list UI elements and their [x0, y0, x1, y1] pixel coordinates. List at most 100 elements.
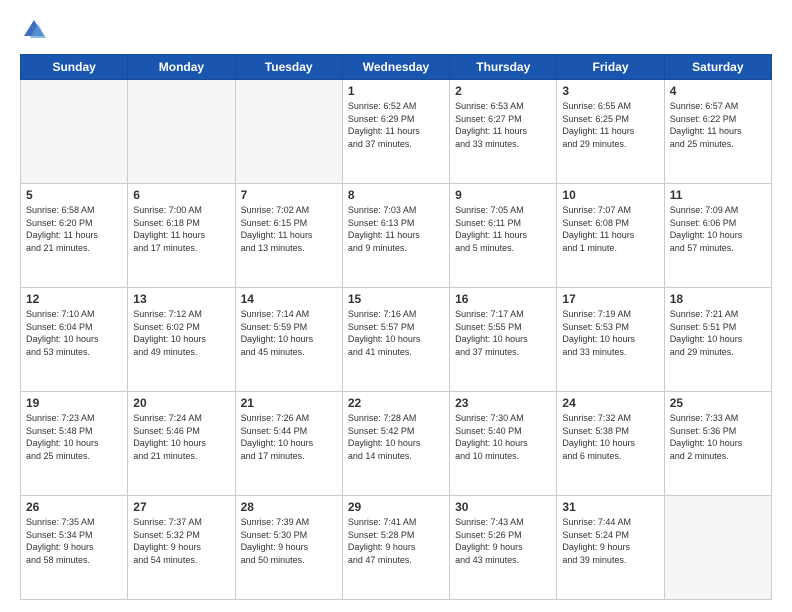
- day-info: Sunrise: 6:58 AM Sunset: 6:20 PM Dayligh…: [26, 204, 122, 254]
- calendar-cell: 28 Sunrise: 7:39 AM Sunset: 5:30 PM Dayli…: [235, 496, 342, 600]
- day-number: 9: [455, 188, 551, 202]
- week-row-1: 1 Sunrise: 6:52 AM Sunset: 6:29 PM Daylig…: [21, 80, 772, 184]
- calendar-cell: 9 Sunrise: 7:05 AM Sunset: 6:11 PM Daylig…: [450, 184, 557, 288]
- day-info: Sunrise: 7:33 AM Sunset: 5:36 PM Dayligh…: [670, 412, 766, 462]
- day-number: 15: [348, 292, 444, 306]
- calendar-cell: 16 Sunrise: 7:17 AM Sunset: 5:55 PM Dayli…: [450, 288, 557, 392]
- day-info: Sunrise: 7:23 AM Sunset: 5:48 PM Dayligh…: [26, 412, 122, 462]
- calendar-cell: 23 Sunrise: 7:30 AM Sunset: 5:40 PM Dayli…: [450, 392, 557, 496]
- calendar-cell: 18 Sunrise: 7:21 AM Sunset: 5:51 PM Dayli…: [664, 288, 771, 392]
- week-row-3: 12 Sunrise: 7:10 AM Sunset: 6:04 PM Dayli…: [21, 288, 772, 392]
- day-number: 7: [241, 188, 337, 202]
- day-info: Sunrise: 7:41 AM Sunset: 5:28 PM Dayligh…: [348, 516, 444, 566]
- calendar-cell: 24 Sunrise: 7:32 AM Sunset: 5:38 PM Dayli…: [557, 392, 664, 496]
- day-info: Sunrise: 7:03 AM Sunset: 6:13 PM Dayligh…: [348, 204, 444, 254]
- calendar-cell: 29 Sunrise: 7:41 AM Sunset: 5:28 PM Dayli…: [342, 496, 449, 600]
- calendar-cell: 14 Sunrise: 7:14 AM Sunset: 5:59 PM Dayli…: [235, 288, 342, 392]
- day-info: Sunrise: 7:19 AM Sunset: 5:53 PM Dayligh…: [562, 308, 658, 358]
- day-number: 2: [455, 84, 551, 98]
- calendar-cell: 26 Sunrise: 7:35 AM Sunset: 5:34 PM Dayli…: [21, 496, 128, 600]
- calendar-table: SundayMondayTuesdayWednesdayThursdayFrid…: [20, 54, 772, 600]
- day-info: Sunrise: 7:43 AM Sunset: 5:26 PM Dayligh…: [455, 516, 551, 566]
- page: SundayMondayTuesdayWednesdayThursdayFrid…: [0, 0, 792, 612]
- day-info: Sunrise: 7:02 AM Sunset: 6:15 PM Dayligh…: [241, 204, 337, 254]
- day-info: Sunrise: 7:30 AM Sunset: 5:40 PM Dayligh…: [455, 412, 551, 462]
- day-info: Sunrise: 6:53 AM Sunset: 6:27 PM Dayligh…: [455, 100, 551, 150]
- calendar-cell: 31Sunrise: 7:44 AM Sunset: 5:24 PM Dayli…: [557, 496, 664, 600]
- day-info: Sunrise: 7:44 AM Sunset: 5:24 PM Dayligh…: [562, 516, 658, 566]
- day-number: 8: [348, 188, 444, 202]
- calendar-header-saturday: Saturday: [664, 55, 771, 80]
- day-number: 16: [455, 292, 551, 306]
- day-number: 18: [670, 292, 766, 306]
- calendar-cell: 4Sunrise: 6:57 AM Sunset: 6:22 PM Daylig…: [664, 80, 771, 184]
- day-info: Sunrise: 7:26 AM Sunset: 5:44 PM Dayligh…: [241, 412, 337, 462]
- day-number: 28: [241, 500, 337, 514]
- calendar-header-row: SundayMondayTuesdayWednesdayThursdayFrid…: [21, 55, 772, 80]
- calendar-cell: 5 Sunrise: 6:58 AM Sunset: 6:20 PM Daylig…: [21, 184, 128, 288]
- calendar-cell: 6Sunrise: 7:00 AM Sunset: 6:18 PM Daylig…: [128, 184, 235, 288]
- day-info: Sunrise: 7:14 AM Sunset: 5:59 PM Dayligh…: [241, 308, 337, 358]
- calendar-cell: 19Sunrise: 7:23 AM Sunset: 5:48 PM Dayli…: [21, 392, 128, 496]
- calendar-cell: 11 Sunrise: 7:09 AM Sunset: 6:06 PM Dayli…: [664, 184, 771, 288]
- day-number: 22: [348, 396, 444, 410]
- day-info: Sunrise: 7:17 AM Sunset: 5:55 PM Dayligh…: [455, 308, 551, 358]
- calendar-cell: 7 Sunrise: 7:02 AM Sunset: 6:15 PM Daylig…: [235, 184, 342, 288]
- calendar-cell: 13Sunrise: 7:12 AM Sunset: 6:02 PM Dayli…: [128, 288, 235, 392]
- day-number: 20: [133, 396, 229, 410]
- calendar-header-thursday: Thursday: [450, 55, 557, 80]
- calendar-cell: 30 Sunrise: 7:43 AM Sunset: 5:26 PM Dayli…: [450, 496, 557, 600]
- calendar-cell: 22 Sunrise: 7:28 AM Sunset: 5:42 PM Dayli…: [342, 392, 449, 496]
- day-info: Sunrise: 7:21 AM Sunset: 5:51 PM Dayligh…: [670, 308, 766, 358]
- calendar-cell: [664, 496, 771, 600]
- calendar-cell: 15 Sunrise: 7:16 AM Sunset: 5:57 PM Dayli…: [342, 288, 449, 392]
- day-info: Sunrise: 6:55 AM Sunset: 6:25 PM Dayligh…: [562, 100, 658, 150]
- day-number: 24: [562, 396, 658, 410]
- day-number: 14: [241, 292, 337, 306]
- calendar-cell: 12 Sunrise: 7:10 AM Sunset: 6:04 PM Dayli…: [21, 288, 128, 392]
- day-number: 30: [455, 500, 551, 514]
- day-number: 29: [348, 500, 444, 514]
- day-number: 23: [455, 396, 551, 410]
- logo-icon: [20, 16, 48, 44]
- calendar-cell: 8 Sunrise: 7:03 AM Sunset: 6:13 PM Daylig…: [342, 184, 449, 288]
- day-number: 1: [348, 84, 444, 98]
- calendar-cell: 25 Sunrise: 7:33 AM Sunset: 5:36 PM Dayli…: [664, 392, 771, 496]
- day-info: Sunrise: 7:07 AM Sunset: 6:08 PM Dayligh…: [562, 204, 658, 254]
- week-row-2: 5 Sunrise: 6:58 AM Sunset: 6:20 PM Daylig…: [21, 184, 772, 288]
- day-number: 3: [562, 84, 658, 98]
- day-info: Sunrise: 7:16 AM Sunset: 5:57 PM Dayligh…: [348, 308, 444, 358]
- day-number: 25: [670, 396, 766, 410]
- week-row-4: 19Sunrise: 7:23 AM Sunset: 5:48 PM Dayli…: [21, 392, 772, 496]
- day-number: 26: [26, 500, 122, 514]
- day-info: Sunrise: 7:00 AM Sunset: 6:18 PM Dayligh…: [133, 204, 229, 254]
- day-info: Sunrise: 7:28 AM Sunset: 5:42 PM Dayligh…: [348, 412, 444, 462]
- week-row-5: 26 Sunrise: 7:35 AM Sunset: 5:34 PM Dayli…: [21, 496, 772, 600]
- day-info: Sunrise: 6:57 AM Sunset: 6:22 PM Dayligh…: [670, 100, 766, 150]
- day-info: Sunrise: 7:39 AM Sunset: 5:30 PM Dayligh…: [241, 516, 337, 566]
- calendar-header-wednesday: Wednesday: [342, 55, 449, 80]
- day-number: 12: [26, 292, 122, 306]
- logo: [20, 16, 52, 44]
- day-number: 5: [26, 188, 122, 202]
- calendar-cell: 3 Sunrise: 6:55 AM Sunset: 6:25 PM Daylig…: [557, 80, 664, 184]
- day-info: Sunrise: 7:05 AM Sunset: 6:11 PM Dayligh…: [455, 204, 551, 254]
- day-info: Sunrise: 7:32 AM Sunset: 5:38 PM Dayligh…: [562, 412, 658, 462]
- calendar-cell: 1 Sunrise: 6:52 AM Sunset: 6:29 PM Daylig…: [342, 80, 449, 184]
- day-info: Sunrise: 7:37 AM Sunset: 5:32 PM Dayligh…: [133, 516, 229, 566]
- calendar-cell: 20Sunrise: 7:24 AM Sunset: 5:46 PM Dayli…: [128, 392, 235, 496]
- day-info: Sunrise: 7:09 AM Sunset: 6:06 PM Dayligh…: [670, 204, 766, 254]
- calendar-cell: 2 Sunrise: 6:53 AM Sunset: 6:27 PM Daylig…: [450, 80, 557, 184]
- day-info: Sunrise: 6:52 AM Sunset: 6:29 PM Dayligh…: [348, 100, 444, 150]
- day-info: Sunrise: 7:10 AM Sunset: 6:04 PM Dayligh…: [26, 308, 122, 358]
- calendar-cell: [21, 80, 128, 184]
- day-number: 11: [670, 188, 766, 202]
- day-number: 10: [562, 188, 658, 202]
- calendar-cell: [235, 80, 342, 184]
- day-number: 21: [241, 396, 337, 410]
- day-info: Sunrise: 7:35 AM Sunset: 5:34 PM Dayligh…: [26, 516, 122, 566]
- day-number: 17: [562, 292, 658, 306]
- calendar-cell: 17 Sunrise: 7:19 AM Sunset: 5:53 PM Dayli…: [557, 288, 664, 392]
- calendar-header-monday: Monday: [128, 55, 235, 80]
- day-number: 27: [133, 500, 229, 514]
